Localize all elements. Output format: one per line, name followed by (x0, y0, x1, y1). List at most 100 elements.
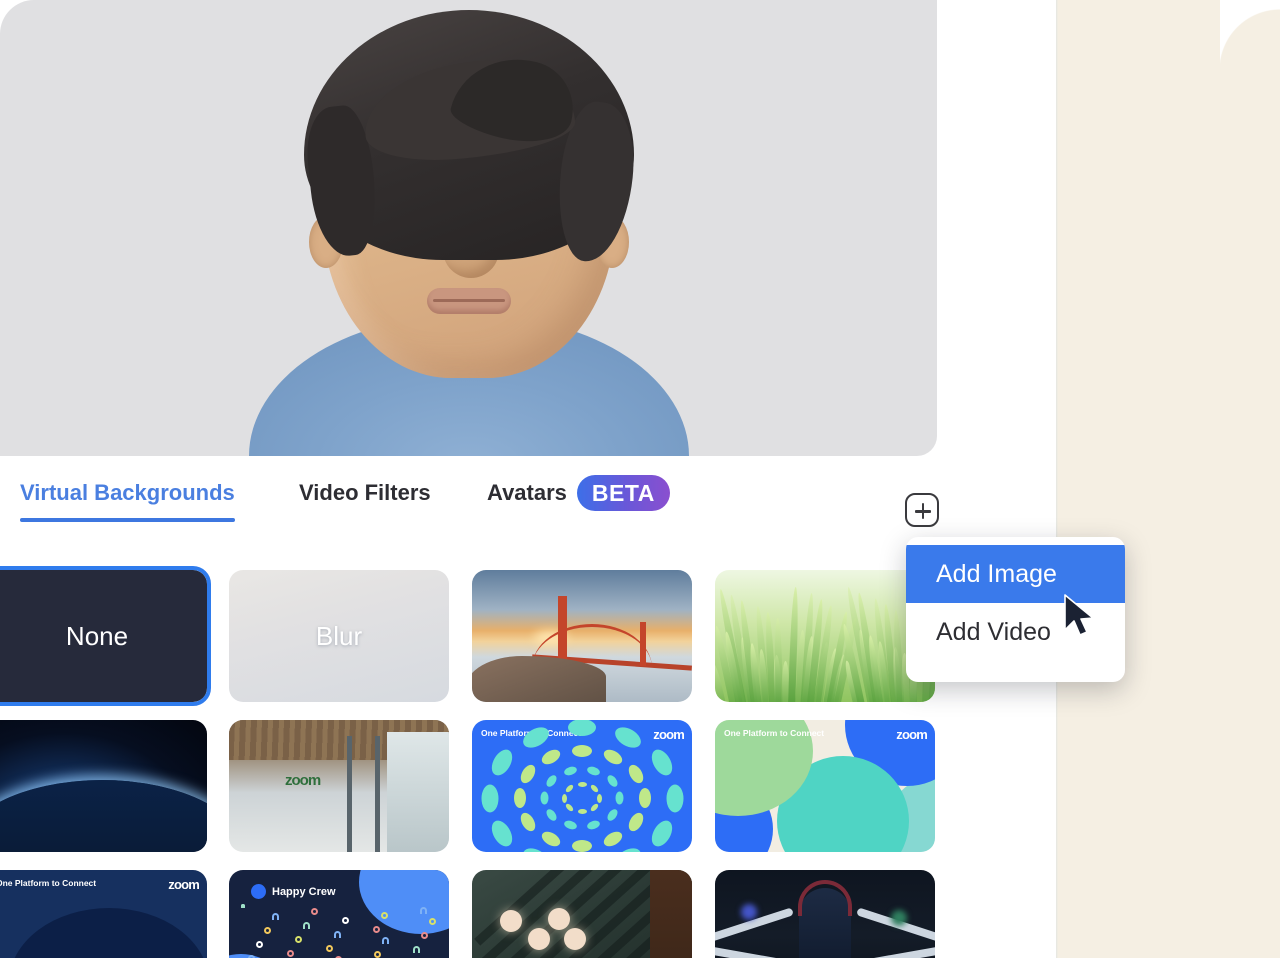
office-zoom-logo: zoom (285, 772, 321, 789)
bridge-tower-far (640, 622, 646, 666)
confetti-shape (334, 931, 341, 938)
brand-pattern-dot (564, 783, 575, 794)
crew-blob-top (359, 870, 449, 934)
brand-pattern-dot (487, 746, 517, 780)
navy-arc (9, 908, 207, 958)
brand-pattern-dot (625, 810, 647, 834)
menu-item-add-video[interactable]: Add Video (906, 603, 1125, 661)
background-tile-happy-crew[interactable]: Happy Crew (229, 870, 449, 958)
brand-pattern-dot (539, 746, 563, 768)
brand-pattern-dot (586, 765, 601, 777)
brand-pattern-dot (638, 788, 651, 808)
background-tile-office[interactable]: zoom (229, 720, 449, 852)
page-backdrop (1056, 0, 1280, 958)
office-window (387, 732, 449, 852)
race-halo (798, 880, 852, 916)
confetti-shape (374, 951, 381, 958)
crew-icon (251, 884, 266, 899)
tab-video-filters-label: Video Filters (299, 480, 431, 505)
brand-pattern-dot (601, 828, 625, 850)
brand-pattern-dot (544, 773, 559, 789)
brand-pattern-dot (540, 791, 549, 805)
brand-pattern-dot (577, 808, 587, 814)
background-tile-zoom-blue[interactable]: One Platform to Connect zoom (472, 720, 692, 852)
brand-pattern-dot (666, 784, 683, 812)
confetti-shape (420, 907, 427, 914)
brand-pattern-dot (647, 746, 677, 780)
avatar-mouth (426, 288, 511, 314)
brand-pattern-dot (481, 784, 498, 812)
background-tile-blur-label: Blur (315, 620, 363, 651)
confetti-shape (256, 941, 263, 948)
background-tile-space[interactable] (0, 720, 207, 852)
interior-lamp-3 (548, 908, 570, 930)
brand-logo: zoom (653, 727, 685, 742)
brand-pattern-dot (568, 720, 596, 737)
brand-pattern-dot (517, 762, 539, 786)
confetti-shape (373, 926, 380, 933)
brand-tagline: One Platform to Connect (724, 728, 825, 738)
menu-item-add-image[interactable]: Add Image (906, 545, 1125, 603)
brand-pattern-dot (605, 807, 620, 823)
background-tile-zoom-navy[interactable]: One Platform to Connect zoom (0, 870, 207, 958)
brand-pattern-dot (487, 816, 517, 850)
office-post-left (347, 736, 352, 852)
confetti-shape (421, 932, 428, 939)
avatar-preview[interactable] (0, 0, 937, 456)
background-tile-racing[interactable] (715, 870, 935, 958)
brand-logo: zoom (168, 877, 200, 892)
brand-pattern-dot (572, 744, 592, 757)
background-grid: None Blur zoom One Platform Connect zoom… (0, 566, 1056, 958)
crew-label: Happy Crew (251, 884, 336, 899)
brand-pattern-dot (586, 819, 601, 831)
brand-pattern-dot (562, 819, 578, 831)
tab-avatars-label: Avatars (487, 480, 567, 505)
background-tile-grass[interactable] (715, 570, 935, 702)
background-tile-zoom-green[interactable]: One Platform to Connect zoom (715, 720, 935, 852)
interior-door (650, 870, 692, 958)
menu-item-add-video-label: Add Video (936, 617, 1051, 646)
backgrounds-panel: Virtual Backgrounds Video Filters Avatar… (0, 0, 1056, 958)
brand-pattern-dot (615, 791, 624, 805)
race-arm-lower-right (849, 945, 935, 958)
confetti-shape (287, 950, 294, 957)
background-tile-none[interactable]: None (0, 570, 207, 702)
background-tile-interior[interactable] (472, 870, 692, 958)
office-post-right (375, 736, 380, 852)
add-background-menu: Add Image Add Video (906, 537, 1125, 682)
race-glow-blue (741, 904, 757, 920)
brand-pattern-dot (611, 844, 645, 852)
interior-lamp-1 (500, 910, 522, 932)
tab-bar: Virtual Backgrounds Video Filters Avatar… (0, 470, 1056, 534)
brand-pattern-dot (517, 810, 539, 834)
confetti-shape (342, 917, 349, 924)
tab-avatars[interactable]: Avatars BETA (487, 470, 670, 516)
confetti-shape (311, 908, 318, 915)
race-glow-green (891, 910, 907, 926)
interior-lamp-4 (564, 928, 586, 950)
app-root: Virtual Backgrounds Video Filters Avatar… (0, 0, 1280, 958)
interior-lamp-2 (528, 928, 550, 950)
earth-horizon (0, 780, 207, 852)
background-tile-none-label: None (65, 620, 129, 651)
confetti-shape (381, 912, 388, 919)
crew-label-text: Happy Crew (272, 885, 336, 898)
brand-pattern-dot (562, 793, 567, 803)
tab-virtual-backgrounds[interactable]: Virtual Backgrounds (20, 470, 235, 522)
crew-blob-bottom (229, 954, 289, 958)
tab-video-filters[interactable]: Video Filters (299, 470, 431, 516)
background-tile-blur[interactable]: Blur (229, 570, 449, 702)
brand-pattern-dot (513, 788, 526, 808)
confetti-shape (429, 918, 436, 925)
brand-pattern-dot (589, 783, 600, 794)
confetti-shape (413, 946, 420, 953)
background-tile-bridge[interactable] (472, 570, 692, 702)
active-tab-underline (20, 518, 235, 522)
brand-pattern-dot (577, 782, 587, 788)
brand-pattern-dot (544, 807, 559, 823)
brand-pattern-dot (572, 839, 592, 852)
confetti-shape (295, 936, 302, 943)
confetti-shape (303, 922, 310, 929)
confetti-shape (264, 927, 271, 934)
add-background-button[interactable] (905, 493, 939, 527)
